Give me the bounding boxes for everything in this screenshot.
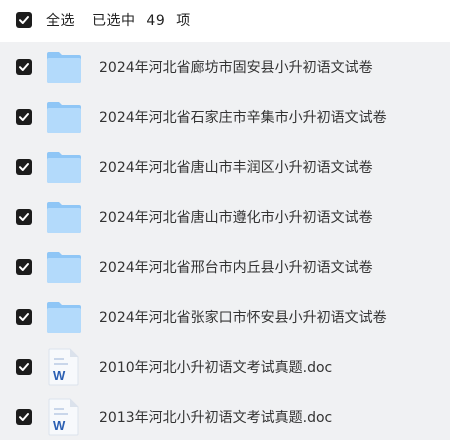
selected-count: 49 [146,13,166,29]
folder-icon [46,300,82,334]
file-row[interactable]: 2024年河北省石家庄市辛集市小升初语文试卷 [0,92,450,142]
file-name[interactable]: 2013年河北小升初语文考试真题.doc [99,407,332,427]
word-doc-icon: W [46,348,82,386]
row-checkbox[interactable] [16,209,32,225]
selected-suffix: 项 [176,13,191,29]
row-checkbox[interactable] [16,359,32,375]
svg-text:W: W [53,418,66,433]
row-checkbox[interactable] [16,259,32,275]
word-doc-icon: W [46,398,82,436]
file-name[interactable]: 2010年河北小升初语文考试真题.doc [99,357,332,377]
selection-summary: 全选 已选中 49 项 [46,10,203,30]
checkmark-icon [19,413,29,421]
folder-name[interactable]: 2024年河北省邢台市内丘县小升初语文试卷 [99,257,373,277]
folder-name[interactable]: 2024年河北省唐山市遵化市小升初语文试卷 [99,207,373,227]
selection-header: 全选 已选中 49 项 [0,0,450,40]
checkmark-icon [19,63,29,71]
folder-icon [46,250,82,284]
folder-name[interactable]: 2024年河北省廊坊市固安县小升初语文试卷 [99,57,373,77]
file-row[interactable]: 2024年河北省唐山市丰润区小升初语文试卷 [0,142,450,192]
folder-icon [46,200,82,234]
checkmark-icon [19,113,29,121]
folder-icon [46,100,82,134]
file-row[interactable]: 2024年河北省张家口市怀安县小升初语文试卷 [0,292,450,342]
row-checkbox[interactable] [16,159,32,175]
file-row[interactable]: 2024年河北省唐山市遵化市小升初语文试卷 [0,192,450,242]
selected-prefix: 已选中 [91,13,136,29]
select-all-label[interactable]: 全选 [46,13,75,29]
checkmark-icon [19,163,29,171]
folder-name[interactable]: 2024年河北省唐山市丰润区小升初语文试卷 [99,157,373,177]
checkmark-icon [19,213,29,221]
row-checkbox[interactable] [16,409,32,425]
folder-icon [46,50,82,84]
row-checkbox[interactable] [16,309,32,325]
checkmark-icon [19,263,29,271]
checkmark-icon [19,16,29,24]
folder-name[interactable]: 2024年河北省张家口市怀安县小升初语文试卷 [99,307,387,327]
file-list: 2024年河北省廊坊市固安县小升初语文试卷 2024年河北省石家庄市辛集市小升初语… [0,42,450,440]
checkmark-icon [19,313,29,321]
svg-text:W: W [53,368,66,383]
file-row[interactable]: W 2010年河北小升初语文考试真题.doc [0,342,450,392]
file-row[interactable]: 2024年河北省廊坊市固安县小升初语文试卷 [0,42,450,92]
folder-name[interactable]: 2024年河北省石家庄市辛集市小升初语文试卷 [99,107,387,127]
checkmark-icon [19,363,29,371]
file-row[interactable]: 2024年河北省邢台市内丘县小升初语文试卷 [0,242,450,292]
row-checkbox[interactable] [16,109,32,125]
row-checkbox[interactable] [16,59,32,75]
select-all-checkbox[interactable] [16,12,32,28]
file-row[interactable]: W 2013年河北小升初语文考试真题.doc [0,392,450,442]
folder-icon [46,150,82,184]
